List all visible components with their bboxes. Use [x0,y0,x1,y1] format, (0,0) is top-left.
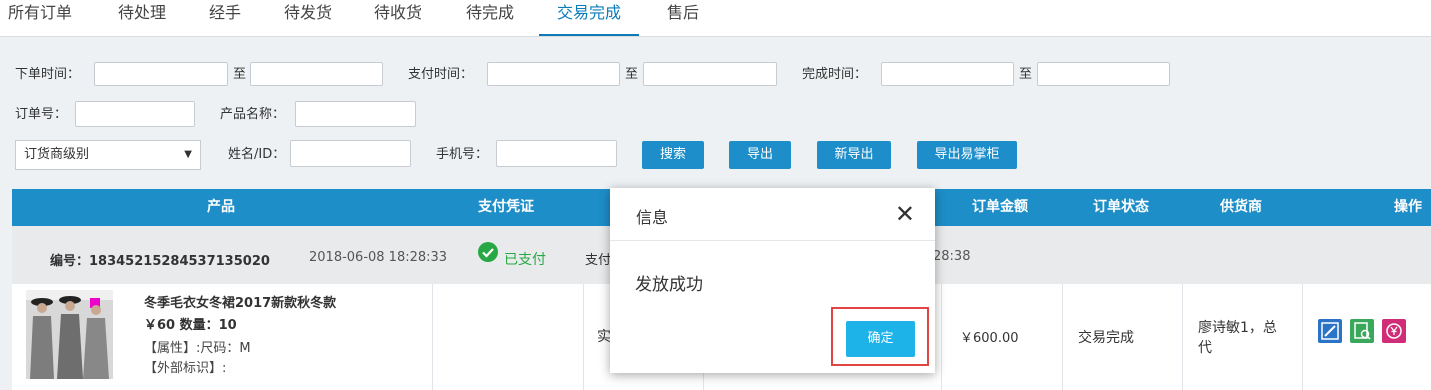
order-time-label: 下单时间： [15,67,81,82]
order-tabs: 所有订单 待处理 经手 待发货 待收货 待完成 交易完成 售后 [0,0,1431,37]
refund-icon[interactable] [1382,319,1406,343]
search-button[interactable]: 搜索 [642,141,704,169]
partial-cell-text: 实 [597,329,611,345]
order-no-input[interactable] [75,101,195,127]
level-select[interactable]: 订货商级别 ▼ [15,140,201,170]
level-select-value: 订货商级别 [24,147,90,162]
pay-time-end-input[interactable] [643,62,777,86]
export-yzg-button[interactable]: 导出易掌柜 [917,141,1017,169]
confirm-button[interactable]: 确定 [846,321,915,357]
col-divider [583,284,584,390]
name-id-label: 姓名/ID： [228,147,286,162]
tab-completed[interactable]: 交易完成 [539,0,640,36]
order-time-start-input[interactable] [94,62,228,86]
pay-time-start-input[interactable] [487,62,620,86]
info-dialog: 信息 ✕ 发放成功 确定 [610,188,935,373]
tab-to-complete[interactable]: 待完成 [466,0,514,34]
order-no-label: 订单号： [15,107,68,122]
tab-to-receive[interactable]: 待收货 [374,0,422,34]
tab-to-ship[interactable]: 待发货 [284,0,332,34]
check-circle-icon [478,242,498,262]
header-pay-proof: 支付凭证 [478,199,534,215]
header-status: 订单状态 [1093,199,1149,215]
close-icon[interactable]: ✕ [895,200,915,228]
order-time-end-input[interactable] [250,62,383,86]
col-divider [1182,284,1183,390]
order-amount: ￥600.00 [960,331,1019,346]
done-time-label: 完成时间： [802,67,868,82]
header-ops: 操作 [1394,199,1422,215]
product-external-id: 【外部标识】: [144,361,227,376]
tab-all-orders[interactable]: 所有订单 [8,0,72,34]
product-thumbnail[interactable] [26,290,113,379]
tab-after-sales[interactable]: 售后 [667,0,699,34]
order-time-to-label: 至 [233,67,247,82]
done-time-start-input[interactable] [881,62,1014,86]
done-time-end-input[interactable] [1037,62,1170,86]
done-time-to-label: 至 [1019,67,1033,82]
dropdown-arrow-icon: ▼ [184,149,192,160]
order-number: 编号：18345215284537135020 [50,254,270,269]
name-id-input[interactable] [290,140,411,167]
col-divider [1302,284,1303,390]
tab-handled[interactable]: 经手 [209,0,241,34]
header-supplier: 供货商 [1220,199,1262,215]
pay-time-label: 支付时间： [408,67,474,82]
pay-time-prefix: 支付 [585,253,612,268]
product-attr: 【属性】:尺码：M [144,341,251,356]
header-amount: 订单金额 [972,199,1028,215]
new-export-button[interactable]: 新导出 [817,141,891,169]
order-status: 交易完成 [1078,330,1134,346]
col-divider [941,284,942,390]
col-divider [1062,284,1063,390]
product-title[interactable]: 冬季毛衣女冬裙2017新款秋冬款 [144,292,336,311]
header-product: 产品 [207,199,235,215]
phone-input[interactable] [496,140,617,167]
dialog-message: 发放成功 [635,275,703,295]
paid-status: 已支付 [504,252,546,268]
order-created-time: 2018-06-08 18:28:33 [309,250,448,265]
supplier-name-line2: 代 [1198,340,1212,356]
dialog-header: 信息 ✕ [610,188,935,241]
complete-time-suffix: 28:38 [933,249,971,264]
edit-icon[interactable] [1318,319,1342,343]
product-price-qty: ￥60 数量：10 [144,318,237,333]
pay-time-to-label: 至 [625,67,639,82]
export-button[interactable]: 导出 [729,141,791,169]
col-divider [432,284,433,390]
dialog-title: 信息 [636,208,669,227]
product-name-input[interactable] [295,101,416,127]
supplier-name-line1: 廖诗敏1，总 [1198,320,1277,336]
tab-pending[interactable]: 待处理 [118,0,166,34]
phone-label: 手机号： [436,147,489,162]
product-name-label: 产品名称： [220,107,286,122]
view-icon[interactable] [1350,319,1374,343]
